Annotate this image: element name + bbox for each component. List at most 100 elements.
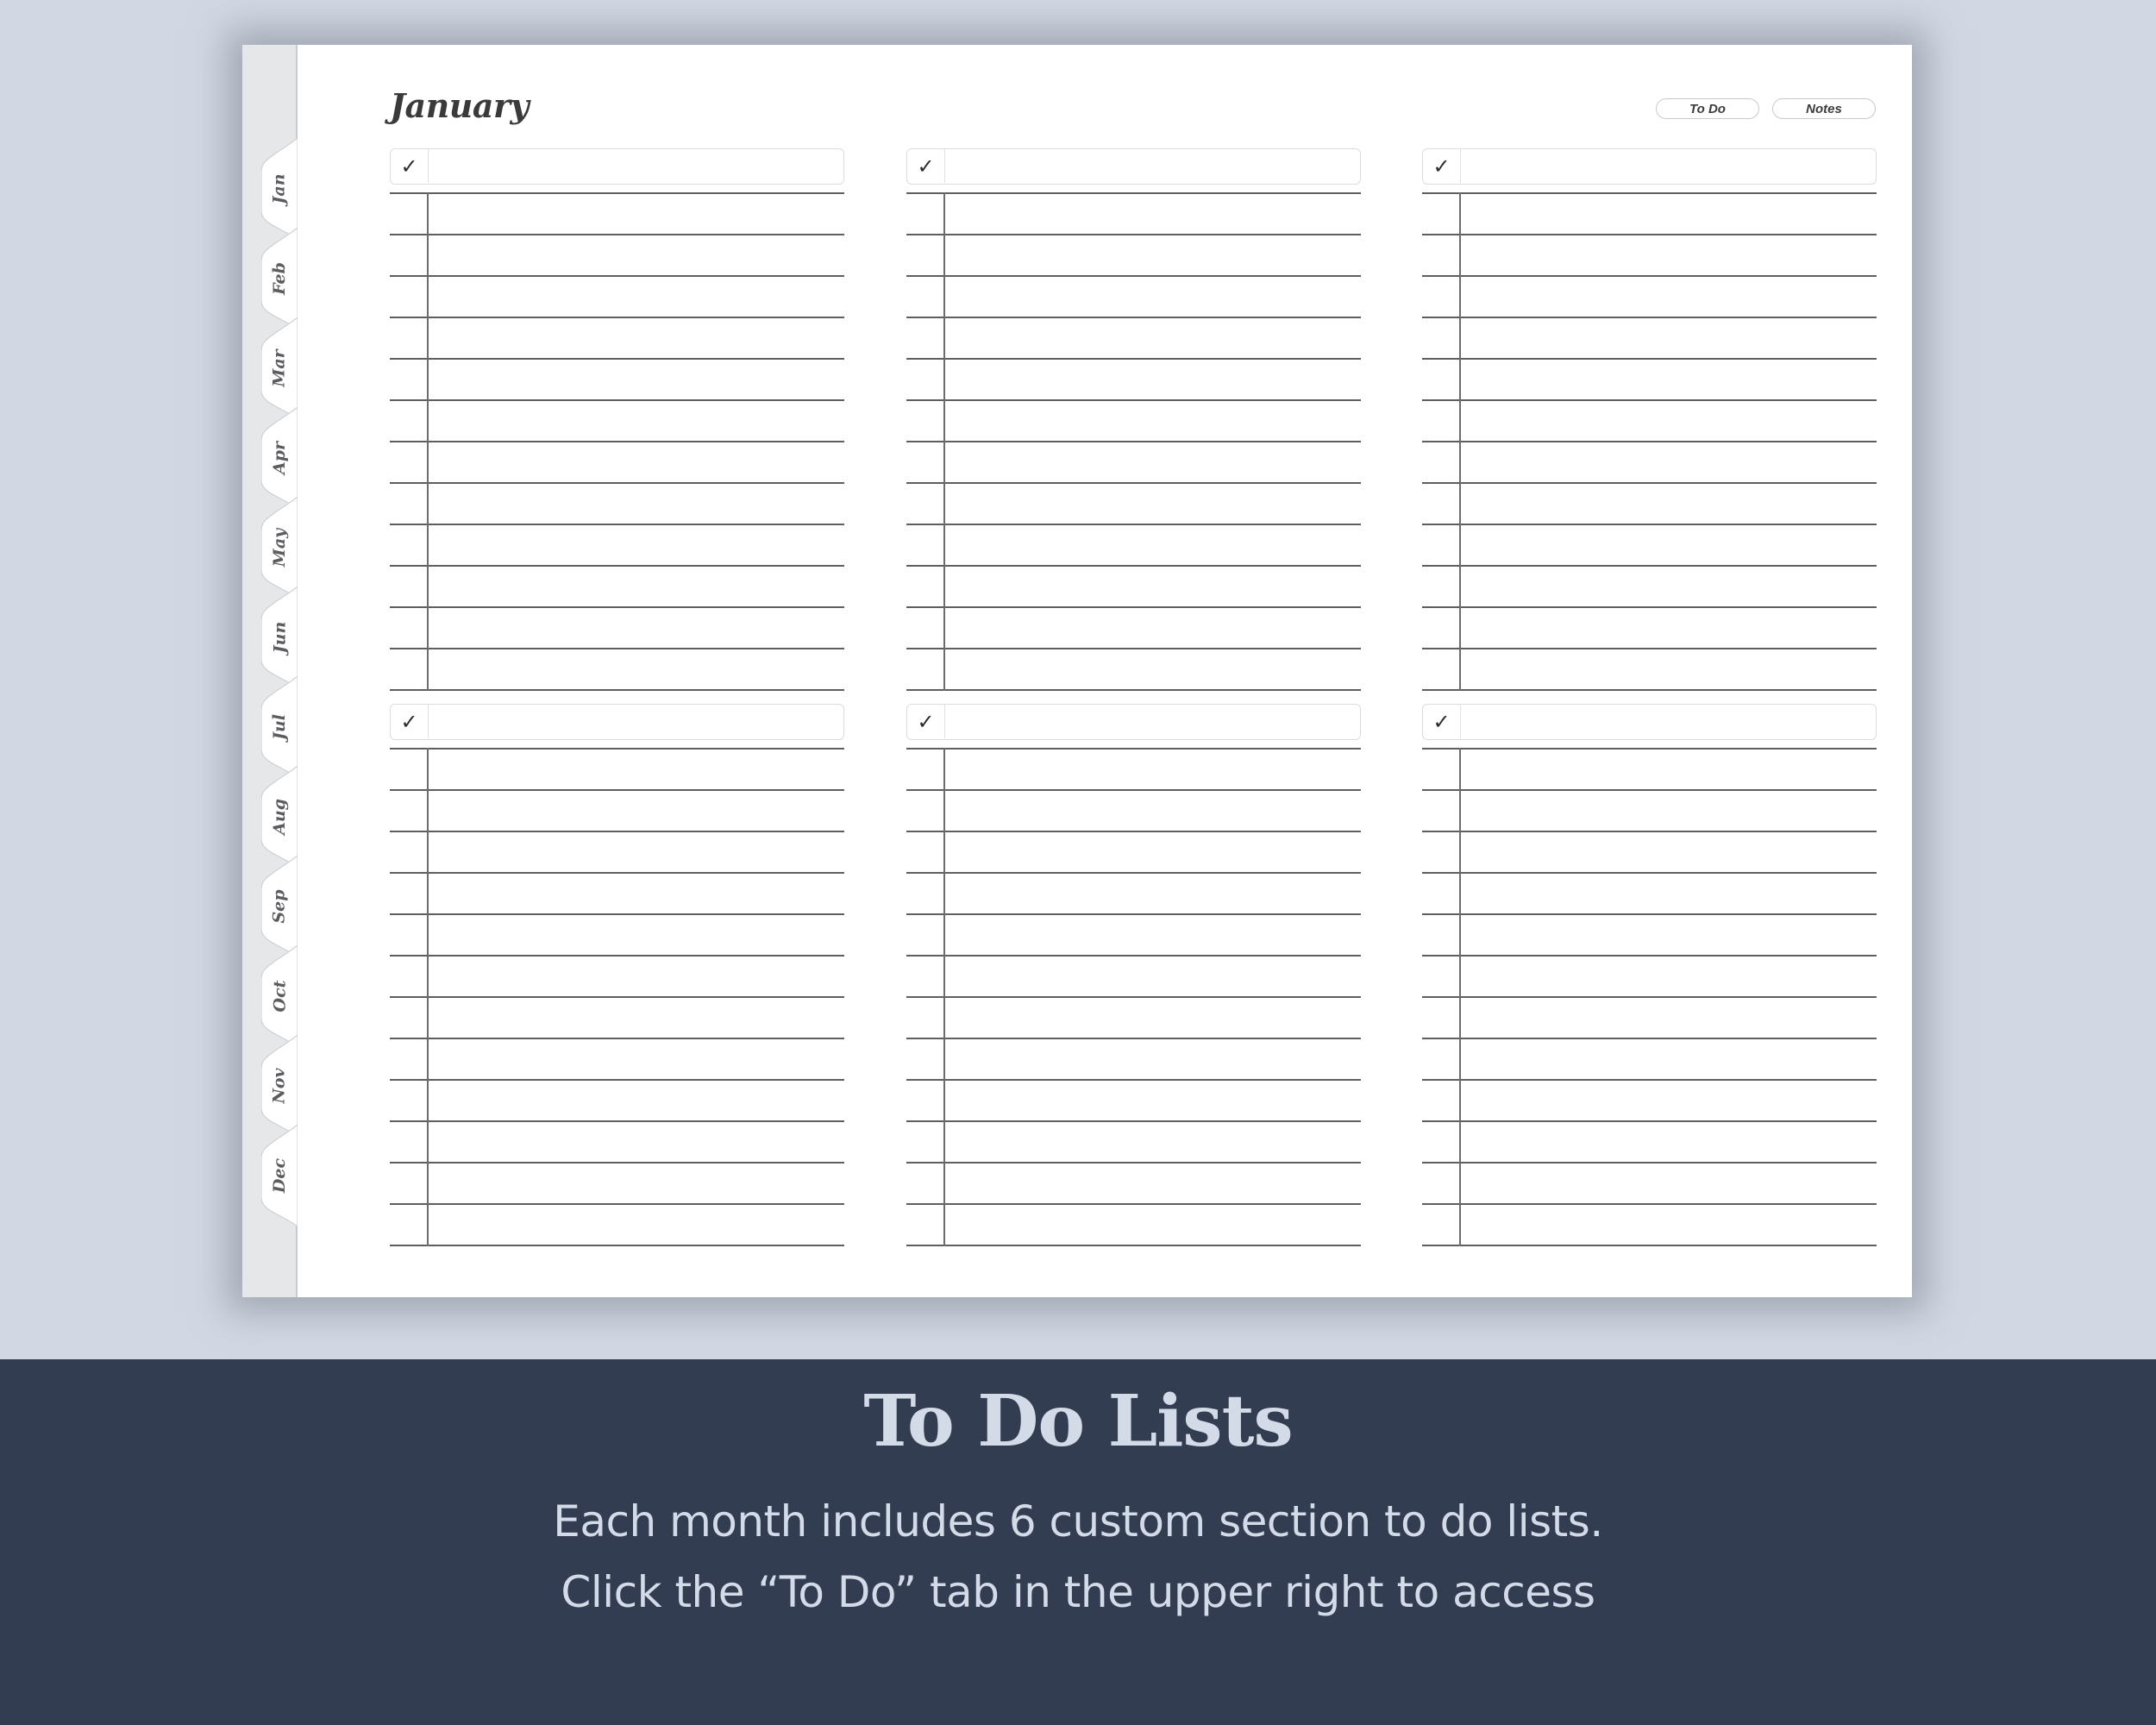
todo-row-checkbox[interactable] bbox=[1422, 649, 1458, 689]
todo-row-checkbox[interactable] bbox=[906, 791, 943, 831]
todo-row-checkbox[interactable] bbox=[1422, 1039, 1458, 1079]
todo-row-checkbox[interactable] bbox=[1422, 791, 1458, 831]
todo-list-title-input[interactable] bbox=[429, 706, 843, 738]
todo-row-checkbox[interactable] bbox=[906, 832, 943, 872]
todo-row-text-field[interactable] bbox=[429, 1164, 844, 1203]
month-tab-jan[interactable]: Jan bbox=[261, 138, 298, 240]
todo-row-text-field[interactable] bbox=[429, 874, 844, 913]
todo-row-text-field[interactable] bbox=[429, 1039, 844, 1079]
todo-row-checkbox[interactable] bbox=[390, 1039, 426, 1079]
todo-row-text-field[interactable] bbox=[429, 401, 844, 441]
todo-row-checkbox[interactable] bbox=[1422, 484, 1458, 524]
todo-row-text-field[interactable] bbox=[946, 608, 1361, 648]
month-tab-oct[interactable]: Oct bbox=[261, 945, 298, 1047]
todo-row-checkbox[interactable] bbox=[906, 194, 943, 234]
todo-row-text-field[interactable] bbox=[946, 1164, 1361, 1203]
todo-row-text-field[interactable] bbox=[946, 567, 1361, 606]
todo-row-text-field[interactable] bbox=[946, 360, 1361, 399]
todo-row-text-field[interactable] bbox=[429, 957, 844, 996]
month-tab-dec[interactable]: Dec bbox=[261, 1125, 298, 1226]
todo-row-checkbox[interactable] bbox=[906, 649, 943, 689]
todo-row-checkbox[interactable] bbox=[906, 484, 943, 524]
todo-row-text-field[interactable] bbox=[1462, 1205, 1877, 1245]
todo-row-checkbox[interactable] bbox=[906, 750, 943, 789]
todo-row-text-field[interactable] bbox=[429, 1122, 844, 1162]
todo-row-checkbox[interactable] bbox=[1422, 401, 1458, 441]
todo-row-checkbox[interactable] bbox=[906, 957, 943, 996]
todo-row-text-field[interactable] bbox=[946, 915, 1361, 955]
todo-row-checkbox[interactable] bbox=[906, 277, 943, 317]
todo-row-checkbox[interactable] bbox=[390, 1122, 426, 1162]
todo-row-checkbox[interactable] bbox=[906, 1164, 943, 1203]
todo-row-text-field[interactable] bbox=[429, 1205, 844, 1245]
todo-row-checkbox[interactable] bbox=[906, 1205, 943, 1245]
todo-row-text-field[interactable] bbox=[946, 235, 1361, 275]
todo-row-text-field[interactable] bbox=[946, 957, 1361, 996]
todo-row-text-field[interactable] bbox=[946, 442, 1361, 482]
todo-row-checkbox[interactable] bbox=[390, 832, 426, 872]
todo-row-checkbox[interactable] bbox=[906, 318, 943, 358]
month-tab-sep[interactable]: Sep bbox=[261, 856, 298, 957]
todo-row-text-field[interactable] bbox=[429, 235, 844, 275]
todo-row-checkbox[interactable] bbox=[906, 1039, 943, 1079]
todo-row-checkbox[interactable] bbox=[906, 401, 943, 441]
todo-row-checkbox[interactable] bbox=[1422, 1205, 1458, 1245]
todo-row-text-field[interactable] bbox=[1462, 608, 1877, 648]
todo-row-text-field[interactable] bbox=[946, 525, 1361, 565]
todo-row-text-field[interactable] bbox=[429, 832, 844, 872]
month-tab-feb[interactable]: Feb bbox=[261, 228, 298, 329]
todo-row-checkbox[interactable] bbox=[390, 277, 426, 317]
todo-row-checkbox[interactable] bbox=[906, 874, 943, 913]
todo-row-checkbox[interactable] bbox=[390, 957, 426, 996]
todo-row-checkbox[interactable] bbox=[906, 525, 943, 565]
todo-row-text-field[interactable] bbox=[946, 874, 1361, 913]
month-tab-mar[interactable]: Mar bbox=[261, 317, 298, 419]
todo-row-checkbox[interactable] bbox=[906, 608, 943, 648]
month-tab-aug[interactable]: Aug bbox=[261, 766, 298, 868]
todo-row-checkbox[interactable] bbox=[906, 442, 943, 482]
todo-row-text-field[interactable] bbox=[429, 608, 844, 648]
todo-row-checkbox[interactable] bbox=[1422, 832, 1458, 872]
todo-row-checkbox[interactable] bbox=[390, 998, 426, 1038]
todo-row-text-field[interactable] bbox=[1462, 832, 1877, 872]
todo-row-text-field[interactable] bbox=[429, 360, 844, 399]
todo-row-checkbox[interactable] bbox=[906, 235, 943, 275]
todo-row-checkbox[interactable] bbox=[390, 484, 426, 524]
todo-row-text-field[interactable] bbox=[1462, 1164, 1877, 1203]
todo-row-text-field[interactable] bbox=[429, 998, 844, 1038]
todo-row-checkbox[interactable] bbox=[390, 567, 426, 606]
todo-row-checkbox[interactable] bbox=[1422, 194, 1458, 234]
todo-row-text-field[interactable] bbox=[946, 318, 1361, 358]
todo-row-text-field[interactable] bbox=[946, 832, 1361, 872]
todo-row-text-field[interactable] bbox=[1462, 235, 1877, 275]
todo-row-checkbox[interactable] bbox=[390, 1081, 426, 1120]
todo-row-text-field[interactable] bbox=[1462, 750, 1877, 789]
todo-row-text-field[interactable] bbox=[429, 525, 844, 565]
todo-row-text-field[interactable] bbox=[1462, 791, 1877, 831]
todo-row-checkbox[interactable] bbox=[390, 318, 426, 358]
todo-list-title-input[interactable] bbox=[429, 151, 843, 183]
todo-row-text-field[interactable] bbox=[1462, 998, 1877, 1038]
month-tab-apr[interactable]: Apr bbox=[261, 407, 298, 509]
todo-row-checkbox[interactable] bbox=[390, 791, 426, 831]
todo-list-title-input[interactable] bbox=[946, 151, 1360, 183]
todo-row-checkbox[interactable] bbox=[390, 1164, 426, 1203]
todo-row-text-field[interactable] bbox=[429, 484, 844, 524]
todo-row-text-field[interactable] bbox=[1462, 318, 1877, 358]
todo-row-text-field[interactable] bbox=[1462, 277, 1877, 317]
todo-row-text-field[interactable] bbox=[429, 194, 844, 234]
todo-row-text-field[interactable] bbox=[429, 318, 844, 358]
todo-row-checkbox[interactable] bbox=[1422, 998, 1458, 1038]
todo-row-text-field[interactable] bbox=[1462, 1081, 1877, 1120]
todo-row-text-field[interactable] bbox=[1462, 915, 1877, 955]
month-tab-jun[interactable]: Jun bbox=[261, 586, 298, 688]
todo-row-text-field[interactable] bbox=[946, 750, 1361, 789]
todo-row-text-field[interactable] bbox=[1462, 567, 1877, 606]
todo-row-checkbox[interactable] bbox=[1422, 442, 1458, 482]
todo-row-text-field[interactable] bbox=[1462, 442, 1877, 482]
todo-row-checkbox[interactable] bbox=[1422, 567, 1458, 606]
todo-row-text-field[interactable] bbox=[946, 791, 1361, 831]
todo-row-checkbox[interactable] bbox=[1422, 318, 1458, 358]
todo-row-text-field[interactable] bbox=[946, 1122, 1361, 1162]
todo-row-checkbox[interactable] bbox=[1422, 277, 1458, 317]
